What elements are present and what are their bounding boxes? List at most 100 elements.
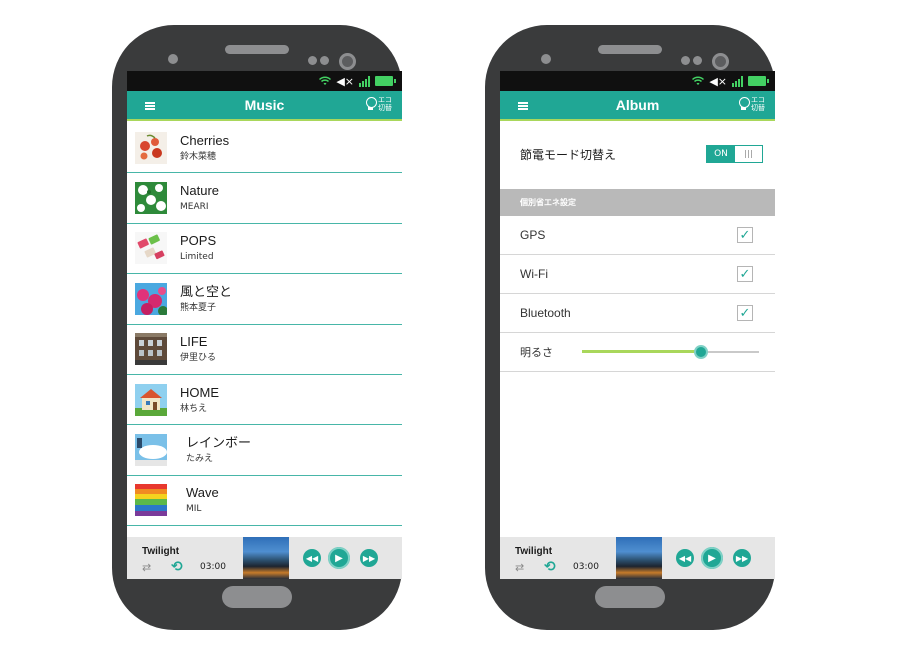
hamburger-menu-icon[interactable] [145, 102, 155, 110]
track-time: 03:00 [200, 562, 226, 572]
album-art[interactable] [616, 537, 662, 579]
song-artist: 伊里ひる [180, 353, 217, 364]
setting-row-bluetooth[interactable]: Bluetooth ✓ [500, 294, 775, 333]
eco-mode-toggle[interactable]: ON [706, 145, 763, 163]
brightness-slider[interactable] [582, 345, 759, 359]
song-artist: Limited [180, 252, 214, 263]
nature-thumbnail [135, 182, 167, 215]
song-item[interactable]: レインボー たみえ [127, 425, 402, 476]
song-list: Cherries 鈴木菜穂 Nature MEARI POPS Limited … [127, 123, 402, 539]
rainbow-thumbnail [135, 484, 167, 517]
sky-thumbnail [135, 434, 167, 467]
house-thumbnail [135, 383, 167, 416]
status-bar: ◀× [127, 71, 402, 91]
hamburger-menu-icon[interactable] [518, 102, 528, 110]
mini-player[interactable]: Twilight ⇄ ⟲ 03:00 ◀◀ ▶ ▶▶ [127, 537, 402, 579]
repeat-icon[interactable]: ⟲ [171, 559, 183, 575]
song-item[interactable]: 風と空と 熊本夏子 [127, 274, 402, 325]
proximity-sensor [168, 54, 178, 64]
setting-label: GPS [520, 228, 546, 242]
app-bar: Album エコ切替 [500, 91, 775, 121]
battery-icon [748, 76, 769, 86]
flowers-thumbnail [135, 282, 167, 315]
album-screen: ◀× Album エコ切替 節電モード切替え ON 個別省エネ設定 GPS ✓ … [500, 71, 775, 579]
building-thumbnail [135, 333, 167, 366]
app-bar: Music エコ切替 [127, 91, 402, 121]
page-title: Album [615, 97, 660, 113]
home-button[interactable] [222, 586, 292, 608]
song-artist: 熊本夏子 [180, 302, 217, 313]
eco-switch-button[interactable]: エコ切替 [365, 96, 392, 112]
rewind-button[interactable]: ◀◀ [676, 549, 694, 567]
light-sensor-2 [693, 56, 702, 65]
battery-icon [375, 76, 396, 86]
slider-fill [582, 350, 701, 353]
gps-checkbox[interactable]: ✓ [737, 227, 753, 243]
status-bar: ◀× [500, 71, 775, 91]
wifi-icon [319, 76, 332, 86]
play-button[interactable]: ▶ [701, 547, 723, 569]
now-playing-title: Twilight [515, 546, 553, 557]
toggle-grip [735, 146, 762, 162]
checkmark-icon: ✓ [739, 266, 751, 282]
song-title: HOME [180, 384, 219, 400]
play-icon: ▶ [708, 552, 716, 564]
slider-thumb[interactable] [693, 345, 708, 359]
fast-forward-icon: ▶▶ [362, 553, 376, 563]
signal-icon [732, 75, 743, 87]
fast-forward-button[interactable]: ▶▶ [360, 549, 378, 567]
page-title: Music [244, 97, 285, 113]
rewind-icon: ◀◀ [678, 553, 692, 563]
eco-switch-button[interactable]: エコ切替 [738, 96, 765, 112]
mini-player[interactable]: Twilight ⇄ ⟲ 03:00 ◀◀ ▶ ▶▶ [500, 537, 775, 579]
bulb-icon [738, 97, 750, 111]
fast-forward-icon: ▶▶ [735, 553, 749, 563]
song-artist: 鈴木菜穂 [180, 151, 217, 162]
light-sensor [681, 56, 690, 65]
bluetooth-checkbox[interactable]: ✓ [737, 305, 753, 321]
wifi-icon [692, 76, 705, 86]
song-item[interactable]: POPS Limited [127, 224, 402, 275]
mute-icon: ◀× [709, 74, 727, 88]
eco-switch-label: エコ切替 [378, 96, 392, 112]
song-item[interactable]: Cherries 鈴木菜穂 [127, 123, 402, 174]
phone-album: ◀× Album エコ切替 節電モード切替え ON 個別省エネ設定 GPS ✓ … [485, 25, 775, 630]
song-item[interactable]: Wave MIL [127, 476, 402, 527]
home-button[interactable] [595, 586, 665, 608]
front-camera [712, 53, 729, 70]
song-title: Nature [180, 183, 220, 199]
repeat-icon[interactable]: ⟲ [544, 559, 556, 575]
rewind-button[interactable]: ◀◀ [303, 549, 321, 567]
eco-mode-label: 節電モード切替え [520, 147, 617, 162]
cherries-thumbnail [135, 131, 167, 164]
song-item[interactable]: Nature MEARI [127, 173, 402, 224]
song-item[interactable]: HOME 林ちえ [127, 375, 402, 426]
setting-label: Bluetooth [520, 306, 571, 320]
toggle-on-label: ON [707, 146, 735, 162]
settings-panel: 節電モード切替え ON 個別省エネ設定 GPS ✓ Wi-Fi ✓ Blueto… [500, 123, 775, 372]
song-artist: たみえ [186, 454, 214, 465]
song-title: POPS [180, 233, 217, 249]
song-artist: 林ちえ [180, 403, 208, 414]
setting-row-wifi[interactable]: Wi-Fi ✓ [500, 255, 775, 294]
front-camera [339, 53, 356, 70]
music-screen: ◀× Music エコ切替 Cherries 鈴木菜穂 Nature MEARI… [127, 71, 402, 579]
shuffle-icon[interactable]: ⇄ [142, 561, 151, 574]
rewind-icon: ◀◀ [305, 553, 319, 563]
song-item[interactable]: LIFE 伊里ひる [127, 325, 402, 375]
light-sensor [308, 56, 317, 65]
shuffle-icon[interactable]: ⇄ [515, 561, 524, 574]
wifi-checkbox[interactable]: ✓ [737, 266, 753, 282]
setting-row-gps[interactable]: GPS ✓ [500, 216, 775, 255]
section-header: 個別省エネ設定 [500, 189, 775, 216]
album-art[interactable] [243, 537, 289, 579]
fast-forward-button[interactable]: ▶▶ [733, 549, 751, 567]
song-artist: MIL [186, 504, 202, 515]
phone-music: ◀× Music エコ切替 Cherries 鈴木菜穂 Nature MEARI… [112, 25, 402, 630]
signal-icon [359, 75, 370, 87]
play-button[interactable]: ▶ [328, 547, 350, 569]
song-title: LIFE [180, 334, 208, 350]
proximity-sensor [541, 54, 551, 64]
checkmark-icon: ✓ [739, 227, 751, 243]
earpiece-speaker [225, 45, 289, 54]
